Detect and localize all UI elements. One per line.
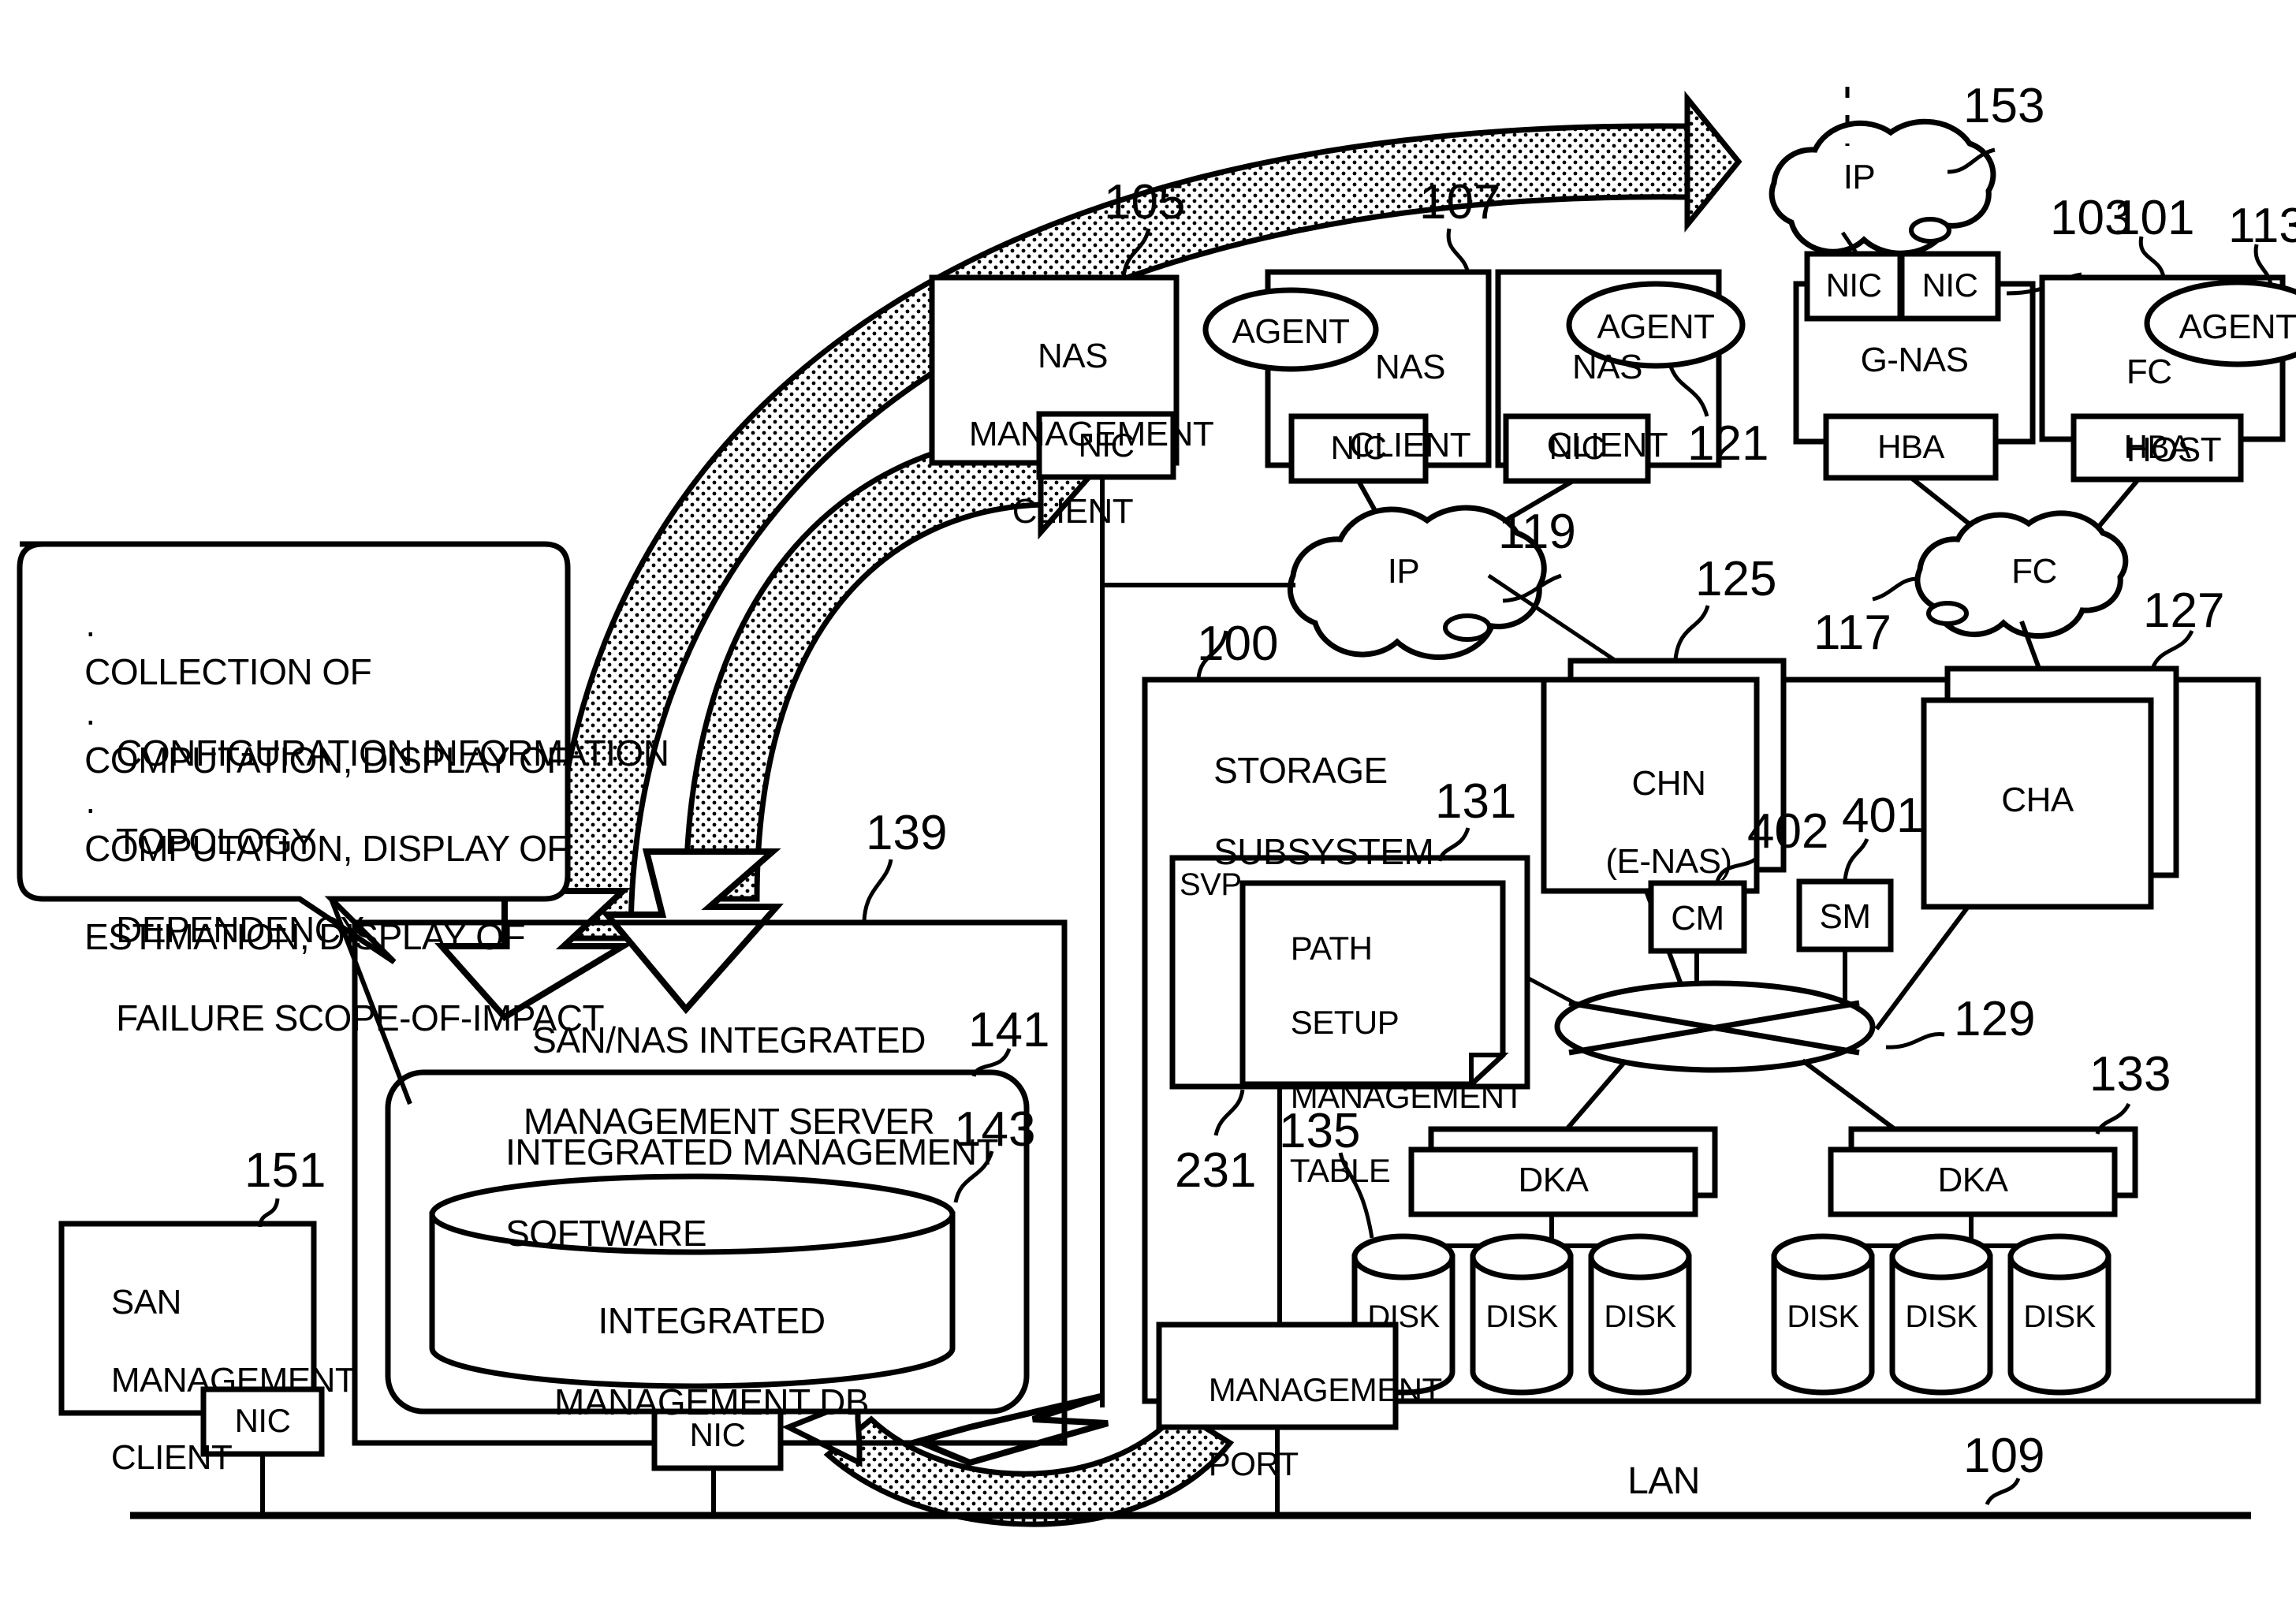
- ip-cloud-top-label: IP: [1843, 158, 1876, 196]
- disk-label-1: DISK: [1367, 1299, 1440, 1334]
- ref-107: 107: [1419, 175, 1501, 229]
- ref-117: 117: [1813, 606, 1892, 660]
- ref-133: 133: [2089, 1047, 2171, 1102]
- disk-label-2: DISK: [1485, 1299, 1558, 1334]
- svp-label: SVP: [1180, 867, 1242, 902]
- ref-119: 119: [1498, 505, 1576, 559]
- san-mgmt-client-line1: SAN: [110, 1283, 181, 1322]
- disk-label-3: DISK: [1604, 1299, 1676, 1334]
- gnas-nic2-label: NIC: [1921, 267, 1978, 304]
- chn-label: CHN (E-NAS): [1544, 725, 1757, 919]
- ref-105: 105: [1104, 175, 1186, 229]
- management-port-line2: PORT: [1208, 1445, 1299, 1483]
- management-port-line1: MANAGEMENT: [1208, 1371, 1443, 1409]
- callout-bullet-4: ·: [84, 875, 96, 917]
- ip-cloud-mid-label: IP: [1387, 552, 1420, 591]
- callout-bullet: ·: [84, 610, 96, 652]
- management-db-label: INTEGRATED MANAGEMENT DB: [472, 1260, 913, 1463]
- lan-label: LAN: [1627, 1460, 1700, 1502]
- nas-mgmt-client-line3: CLIENT: [1012, 492, 1134, 531]
- ref-129: 129: [1954, 992, 2036, 1046]
- ref-231: 231: [1175, 1143, 1257, 1198]
- callout-bullet-2: ·: [84, 699, 96, 740]
- cha-shape: [1874, 629, 2194, 1031]
- mgmt-db-line1: INTEGRATED: [598, 1299, 826, 1341]
- san-mgmt-client-line3: CLIENT: [110, 1438, 233, 1478]
- disk-label-5: DISK: [1905, 1299, 1977, 1334]
- fc-cloud-label: FC: [2011, 552, 2057, 591]
- ref-113: 113: [2228, 199, 2296, 253]
- gnas-label: G-NAS: [1860, 341, 1969, 379]
- ref-101: 101: [2113, 191, 2195, 245]
- ref-401: 401: [1842, 788, 1924, 843]
- ref-139: 139: [866, 806, 948, 860]
- ref-153: 153: [1963, 79, 2045, 133]
- callout-item-4-line1: ESTIMATION, DISPLAY OF: [84, 916, 526, 958]
- callout-bullet-3: ·: [84, 787, 96, 829]
- chn-line1: CHN: [1631, 764, 1706, 803]
- disk-label-6: DISK: [2023, 1299, 2096, 1334]
- nas-client-mid-line1: NAS: [1374, 348, 1445, 387]
- nas-mgmt-client-line1: NAS: [1037, 337, 1108, 376]
- fc-host-line1: FC: [2126, 352, 2172, 392]
- agent-label-fc-host: AGENT: [2179, 308, 2296, 346]
- cha-label: CHA: [2001, 781, 2074, 819]
- sm-label: SM: [1819, 897, 1872, 936]
- path-table-line1: PATH: [1290, 930, 1373, 967]
- storage-subsystem-line2: SUBSYSTEM: [1213, 830, 1434, 872]
- mgmt-sw-line1: INTEGRATED MANAGEMENT: [505, 1131, 999, 1172]
- gnas-hba-label: HBA: [1877, 428, 1944, 465]
- mgmt-sw-line2: SOFTWARE: [505, 1212, 707, 1254]
- san-mgmt-client-line2: MANAGEMENT: [110, 1360, 356, 1400]
- ref-135: 135: [1279, 1104, 1361, 1158]
- cm-label: CM: [1671, 899, 1724, 938]
- gnas-nic1-label: NIC: [1825, 267, 1882, 304]
- mgmt-server-line1: SAN/NAS INTEGRATED: [532, 1019, 926, 1061]
- crossbar-switch-shape: [1551, 980, 1945, 1147]
- ref-125: 125: [1695, 552, 1777, 606]
- ref-121: 121: [1687, 416, 1769, 471]
- nas-management-client-nic-label: NIC: [1078, 427, 1135, 464]
- fc-host-hba-label: HBA: [2123, 428, 2191, 465]
- mgmt-db-line2: MANAGEMENT DB: [554, 1381, 870, 1422]
- dka-left-label: DKA: [1518, 1161, 1589, 1199]
- nas-client-mid-nic-label: NIC: [1330, 429, 1387, 466]
- ref-131: 131: [1435, 774, 1517, 829]
- nas-client-right-nic-label: NIC: [1549, 429, 1605, 466]
- ref-127: 127: [2143, 583, 2225, 638]
- figure-canvas: · COLLECTION OF CONFIGURATION INFORMATIO…: [0, 0, 2296, 1603]
- agent-label-mid: AGENT: [1232, 312, 1350, 351]
- management-port-label: MANAGEMENT PORT: [1173, 1334, 1443, 1519]
- dka-right-label: DKA: [1937, 1161, 2008, 1199]
- ref-100: 100: [1197, 617, 1279, 671]
- san-management-client-label: SAN MANAGEMENT CLIENT: [74, 1244, 356, 1516]
- nas-client-right-line1: NAS: [1571, 348, 1642, 387]
- ref-402: 402: [1747, 804, 1829, 859]
- storage-subsystem-line1: STORAGE: [1213, 749, 1388, 791]
- san-management-client-nic-label: NIC: [234, 1402, 291, 1439]
- chn-line2: (E-NAS): [1605, 841, 1732, 881]
- ref-141: 141: [968, 1003, 1050, 1057]
- agent-label-right: AGENT: [1597, 308, 1715, 346]
- ref-109: 109: [1963, 1429, 2045, 1483]
- ref-143: 143: [954, 1102, 1036, 1157]
- path-table-line2: SETUP: [1290, 1004, 1400, 1042]
- ref-151: 151: [244, 1143, 326, 1198]
- disk-label-4: DISK: [1787, 1299, 1859, 1334]
